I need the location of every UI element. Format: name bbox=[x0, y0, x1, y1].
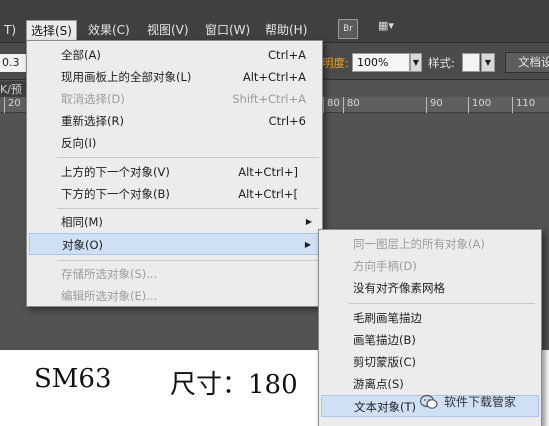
style-swatch[interactable] bbox=[462, 53, 480, 72]
menu-item-shortcut: Ctrl+6 bbox=[268, 114, 306, 128]
menu-item-same[interactable]: 相同(M) ▶ bbox=[29, 211, 320, 233]
opacity-input[interactable]: 100% bbox=[352, 53, 410, 72]
submenu-item-not-pixel-aligned[interactable]: 没有对齐像素网格 bbox=[321, 277, 539, 299]
menu-item-save-selection[interactable]: 存储所选对象(S)... bbox=[29, 263, 320, 285]
opacity-dropdown-icon[interactable]: ▼ bbox=[410, 53, 422, 72]
document-tab[interactable]: K/预 bbox=[0, 81, 26, 97]
menu-item-label: 游离点(S) bbox=[353, 377, 404, 391]
submenu-item-all-on-same-layer[interactable]: 同一图层上的所有对象(A) bbox=[321, 233, 539, 255]
menu-item-label: 全部(A) bbox=[61, 48, 101, 62]
style-label: 样式: bbox=[428, 56, 455, 70]
menu-item-reselect[interactable]: 重新选择(R) Ctrl+6 bbox=[29, 110, 320, 132]
document-setup-button[interactable]: 文档设 bbox=[505, 52, 549, 73]
menu-item-shortcut: Shift+Ctrl+A bbox=[232, 92, 306, 106]
menu-item-edit-selection[interactable]: 编辑所选对象(E)... bbox=[29, 285, 320, 307]
bridge-icon[interactable]: Br bbox=[338, 19, 358, 39]
menu-item-label: 反向(I) bbox=[61, 136, 97, 150]
watermark-text: 软件下载管家 bbox=[444, 395, 517, 409]
menu-item-label: 编辑所选对象(E)... bbox=[61, 289, 158, 303]
menu-item-label: 画笔描边(B) bbox=[353, 333, 416, 347]
menu-view[interactable]: 视图(V) bbox=[147, 20, 189, 40]
menu-item-shortcut: Alt+Ctrl+[ bbox=[238, 187, 298, 201]
menu-window[interactable]: 窗口(W) bbox=[205, 20, 250, 40]
menu-separator bbox=[57, 260, 319, 261]
menu-item-label: 相同(M) bbox=[61, 215, 103, 229]
menu-effect[interactable]: 效果(C) bbox=[88, 20, 130, 40]
menu-item-label: 现用画板上的全部对象(L) bbox=[61, 70, 192, 84]
menu-item-shortcut: Alt+Ctrl+] bbox=[238, 165, 298, 179]
menu-item-label: 文本对象(T) bbox=[354, 400, 416, 414]
menu-item-label: 毛刷画笔描边 bbox=[353, 311, 422, 325]
ruler-label: 20 bbox=[4, 97, 21, 113]
menu-separator bbox=[57, 157, 319, 158]
menu-type[interactable]: T) bbox=[4, 20, 16, 40]
menu-item-label: 没有对齐像素网格 bbox=[353, 281, 445, 295]
select-menu: 全部(A) Ctrl+A 现用画板上的全部对象(L) Alt+Ctrl+A 取消… bbox=[26, 40, 323, 307]
menu-item-label: 存储所选对象(S)... bbox=[61, 267, 158, 281]
menu-separator bbox=[349, 303, 535, 304]
menu-item-next-object-above[interactable]: 上方的下一个对象(V) Alt+Ctrl+] bbox=[29, 161, 320, 183]
wechat-icon bbox=[420, 394, 438, 409]
menu-item-object[interactable]: 对象(O) ▶ bbox=[29, 233, 320, 255]
menu-item-deselect[interactable]: 取消选择(D) Shift+Ctrl+A bbox=[29, 88, 320, 110]
canvas-text-size[interactable]: 尺寸：180 bbox=[170, 364, 298, 401]
ruler-label: 90 bbox=[426, 97, 443, 113]
ruler-label: 80 bbox=[323, 97, 340, 113]
menu-item-label: 方向手柄(D) bbox=[353, 259, 417, 273]
menu-item-label: 同一图层上的所有对象(A) bbox=[353, 237, 485, 251]
menu-bar: T) 选择(S) 效果(C) 视图(V) 窗口(W) 帮助(H) Br ▦▾ bbox=[0, 0, 549, 42]
ruler-label: 110 bbox=[512, 97, 535, 113]
menu-item-shortcut: Ctrl+A bbox=[268, 48, 306, 62]
submenu-item-brush-strokes[interactable]: 画笔描边(B) bbox=[321, 329, 539, 351]
submenu-item-direction-handles[interactable]: 方向手柄(D) bbox=[321, 255, 539, 277]
style-dropdown-icon[interactable]: ▼ bbox=[481, 53, 495, 72]
menu-item-inverse[interactable]: 反向(I) bbox=[29, 132, 320, 154]
opacity-label: 明度: bbox=[322, 56, 349, 70]
submenu-arrow-icon: ▶ bbox=[304, 240, 311, 249]
watermark: 软件下载管家 bbox=[420, 390, 545, 414]
canvas-text-model[interactable]: SM63 bbox=[34, 364, 112, 394]
menu-select[interactable]: 选择(S) bbox=[26, 20, 77, 40]
menu-item-label: 重新选择(R) bbox=[61, 114, 124, 128]
submenu-item-bristle-brush-strokes[interactable]: 毛刷画笔描边 bbox=[321, 307, 539, 329]
menu-item-label: 上方的下一个对象(V) bbox=[61, 165, 170, 179]
menu-item-label: 取消选择(D) bbox=[61, 92, 125, 106]
menu-item-next-object-below[interactable]: 下方的下一个对象(B) Alt+Ctrl+[ bbox=[29, 183, 320, 205]
menu-item-label: 对象(O) bbox=[62, 238, 104, 252]
menu-item-shortcut: Alt+Ctrl+A bbox=[242, 70, 306, 84]
menu-item-select-all[interactable]: 全部(A) Ctrl+A bbox=[29, 44, 320, 66]
arrange-documents-icon[interactable]: ▦▾ bbox=[378, 19, 402, 39]
submenu-item-clipping-masks[interactable]: 剪切蒙版(C) bbox=[321, 351, 539, 373]
menu-separator bbox=[57, 208, 319, 209]
ruler-label: 100 bbox=[468, 97, 491, 113]
ruler-label: 80 bbox=[343, 97, 360, 113]
menu-item-all-on-active-artboard[interactable]: 现用画板上的全部对象(L) Alt+Ctrl+A bbox=[29, 66, 320, 88]
menu-item-label: 下方的下一个对象(B) bbox=[61, 187, 170, 201]
stroke-weight-field[interactable]: 0.3 bbox=[0, 54, 26, 72]
menu-item-label: 剪切蒙版(C) bbox=[353, 355, 417, 369]
submenu-arrow-icon: ▶ bbox=[305, 217, 312, 226]
menu-help[interactable]: 帮助(H) bbox=[265, 20, 307, 40]
